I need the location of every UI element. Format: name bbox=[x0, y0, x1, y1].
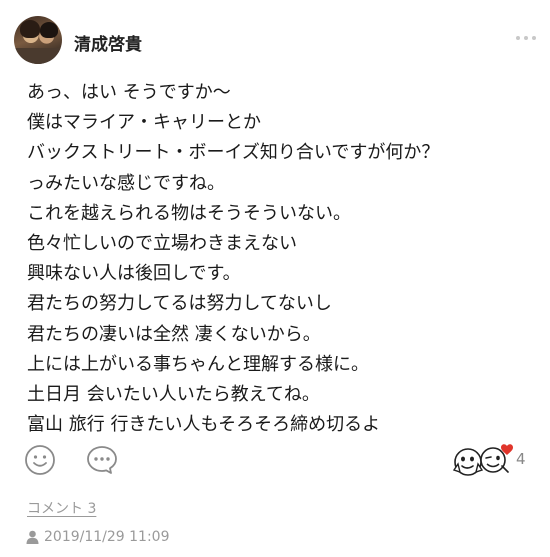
post-line: っみたいな感じですね。 bbox=[27, 172, 225, 194]
reaction-count[interactable]: 4 bbox=[516, 450, 526, 468]
avatar-detail bbox=[20, 20, 40, 38]
post-header: 清成啓貴 bbox=[0, 0, 550, 80]
post-line: 興味ない人は後回しです。 bbox=[27, 263, 241, 285]
post-body: あっ、はい そうですか〜 僕はマライア・キャリーとか バックストリート・ボーイズ… bbox=[27, 78, 537, 440]
comment-bubble-icon[interactable] bbox=[85, 444, 119, 476]
avatar-detail bbox=[40, 22, 58, 38]
post-line: あっ、はい そうですか〜 bbox=[27, 82, 231, 103]
post-line: 君たちの凄いは全然 凄くないから。 bbox=[27, 323, 321, 345]
avatar-detail bbox=[14, 48, 62, 64]
timestamp: 2019/11/29 11:09 bbox=[44, 529, 170, 545]
post-line: 土日月 会いたい人いたら教えてね。 bbox=[27, 384, 320, 406]
reaction-stickers-icon[interactable] bbox=[450, 440, 518, 480]
post-line: 色々忙しいので立場わきまえない bbox=[27, 233, 297, 255]
comments-link[interactable]: コメント 3 bbox=[27, 498, 96, 518]
post-line: 君たちの努力してるは努力してないし bbox=[27, 293, 332, 315]
avatar[interactable] bbox=[14, 16, 62, 64]
more-dots-icon[interactable] bbox=[516, 36, 536, 40]
smile-icon[interactable] bbox=[24, 444, 56, 476]
person-icon bbox=[26, 530, 39, 544]
post-line: 僕はマライア・キャリーとか bbox=[27, 112, 261, 134]
post-line: 富山 旅行 行きたい人もそろそろ締め切るよ bbox=[27, 414, 381, 436]
post-line: バックストリート・ボーイズ知り合いですが何か？ bbox=[27, 142, 440, 164]
post-line: 上には上がいる事ちゃんと理解する様に。 bbox=[27, 353, 369, 375]
action-bar: 4 bbox=[0, 440, 550, 484]
author-name[interactable]: 清成啓貴 bbox=[74, 30, 142, 55]
post-meta: 2019/11/29 11:09 bbox=[26, 529, 170, 545]
post-line: これを越えられる物はそうそういない。 bbox=[27, 202, 351, 224]
